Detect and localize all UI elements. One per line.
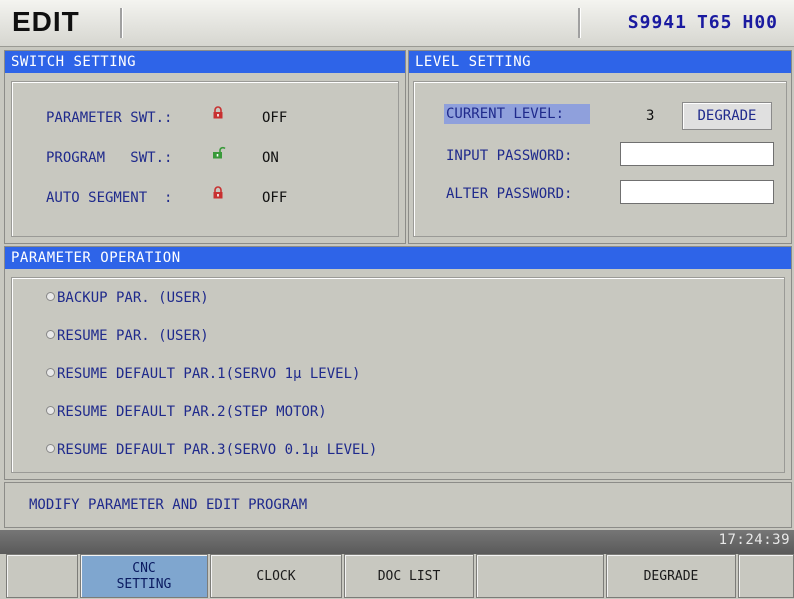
option-resume-default-par-1[interactable]: RESUME DEFAULT PAR.1(SERVO 1µ LEVEL): [46, 366, 360, 382]
softkey-bar: CNC SETTING CLOCK DOC LIST DEGRADE: [0, 554, 794, 598]
option-resume-par-user[interactable]: RESUME PAR. (USER): [46, 328, 209, 344]
option-resume-default-par-2[interactable]: RESUME DEFAULT PAR.2(STEP MOTOR): [46, 404, 327, 420]
alter-password-label: ALTER PASSWORD:: [446, 186, 573, 202]
softkey-degrade[interactable]: DEGRADE: [606, 554, 736, 598]
top-bar: EDIT S9941 T65 H00: [0, 0, 794, 47]
softkey-blank-3[interactable]: [738, 554, 794, 598]
switch-setting-body: PARAMETER SWT.: OFF PROGRAM SWT.: ON AUT…: [11, 81, 399, 237]
parameter-operation-body: BACKUP PAR. (USER) RESUME PAR. (USER) RE…: [11, 277, 785, 473]
divider: [578, 8, 581, 38]
message-text: MODIFY PARAMETER AND EDIT PROGRAM: [29, 497, 308, 513]
parameter-switch-label: PARAMETER SWT.:: [46, 110, 173, 126]
current-level-label[interactable]: CURRENT LEVEL:: [444, 104, 591, 124]
spindle-speed: S9941: [627, 12, 687, 33]
divider: [120, 8, 123, 38]
softkey-blank-1[interactable]: [6, 554, 78, 598]
auto-segment-state[interactable]: OFF: [262, 190, 287, 206]
radio-icon[interactable]: [46, 406, 55, 415]
message-bar: MODIFY PARAMETER AND EDIT PROGRAM: [4, 482, 792, 528]
current-level-value: 3: [646, 108, 655, 124]
degrade-button[interactable]: DEGRADE: [682, 102, 772, 130]
level-setting-panel: LEVEL SETTING CURRENT LEVEL: 3 DEGRADE I…: [408, 50, 792, 244]
softkey-blank-2[interactable]: [476, 554, 604, 598]
lock-icon[interactable]: [212, 106, 224, 119]
softkey-cnc-setting[interactable]: CNC SETTING: [80, 554, 208, 598]
parameter-operation-panel: PARAMETER OPERATION BACKUP PAR. (USER) R…: [4, 246, 792, 480]
radio-icon[interactable]: [46, 368, 55, 377]
level-setting-title: LEVEL SETTING: [409, 51, 791, 73]
program-switch-label: PROGRAM SWT.:: [46, 150, 173, 166]
tool-number: T65: [696, 12, 733, 33]
unlock-icon[interactable]: [212, 146, 226, 159]
lock-icon[interactable]: [212, 186, 224, 199]
radio-icon[interactable]: [46, 330, 55, 339]
tool-offset: H00: [742, 12, 778, 33]
clock-bar: 17:24:39: [0, 530, 794, 554]
option-resume-default-par-3[interactable]: RESUME DEFAULT PAR.3(SERVO 0.1µ LEVEL): [46, 442, 377, 458]
alter-password-field[interactable]: [620, 180, 774, 204]
auto-segment-label: AUTO SEGMENT :: [46, 190, 173, 206]
input-password-label: INPUT PASSWORD:: [446, 148, 573, 164]
program-switch-state[interactable]: ON: [262, 150, 279, 166]
level-setting-body: CURRENT LEVEL: 3 DEGRADE INPUT PASSWORD:…: [413, 81, 787, 237]
parameter-switch-state[interactable]: OFF: [262, 110, 287, 126]
softkey-doc-list[interactable]: DOC LIST: [344, 554, 474, 598]
clock-display: 17:24:39: [718, 532, 790, 548]
machine-status: S9941 T65 H00: [618, 12, 778, 33]
radio-icon[interactable]: [46, 292, 55, 301]
switch-setting-panel: SWITCH SETTING PARAMETER SWT.: OFF PROGR…: [4, 50, 406, 244]
option-backup-par-user[interactable]: BACKUP PAR. (USER): [46, 290, 209, 306]
mode-indicator: EDIT: [12, 6, 80, 37]
switch-setting-title: SWITCH SETTING: [5, 51, 405, 73]
softkey-clock[interactable]: CLOCK: [210, 554, 342, 598]
parameter-operation-title: PARAMETER OPERATION: [5, 247, 791, 269]
input-password-field[interactable]: [620, 142, 774, 166]
radio-icon[interactable]: [46, 444, 55, 453]
